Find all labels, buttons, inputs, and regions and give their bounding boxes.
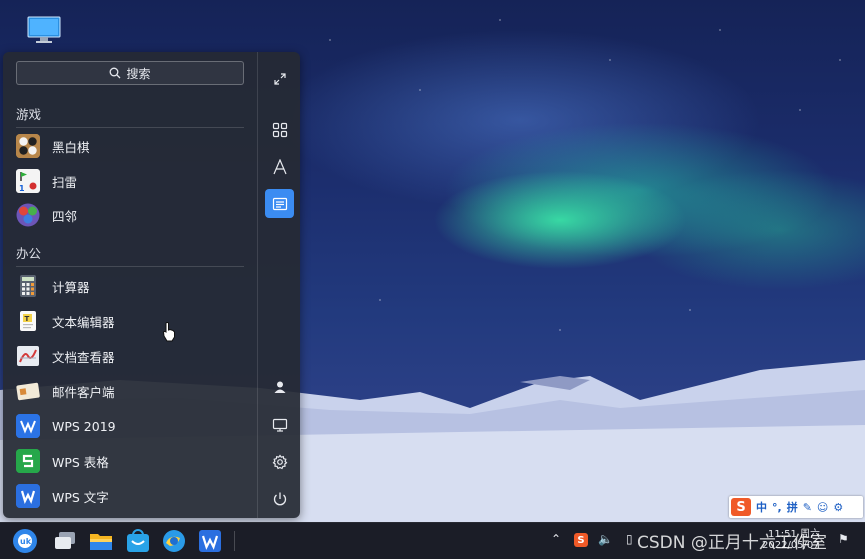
all-apps-grid-icon <box>272 122 287 137</box>
app-item-text-editor[interactable]: T 文本编辑器 <box>16 305 244 337</box>
ime-punctuation[interactable]: °, <box>772 501 782 514</box>
app-label: 扫雷 <box>52 174 78 190</box>
browser-icon[interactable] <box>161 528 187 554</box>
computer-button[interactable] <box>265 410 294 439</box>
svg-text:uk: uk <box>20 537 32 546</box>
power-button[interactable] <box>265 484 294 513</box>
section-title-games: 游戏 <box>16 107 42 122</box>
start-menu: 搜索 游戏 黑白棋 1 扫雷 四邻 办公 计算器 T 文本编辑器 文档查看器 邮… <box>3 52 300 518</box>
document-viewer-icon <box>16 344 40 368</box>
svg-text:T: T <box>25 315 30 323</box>
app-label: 四邻 <box>52 208 78 224</box>
wps-icon[interactable] <box>197 528 223 554</box>
four-in-a-row-icon <box>16 203 40 227</box>
ime-settings-icon[interactable]: ⚙ <box>833 501 843 514</box>
alphabetical-sort-icon <box>272 158 287 174</box>
section-divider <box>16 127 244 128</box>
sogou-ime-icon: S <box>731 498 751 516</box>
app-item-wps-2019[interactable]: WPS 2019 <box>16 410 244 442</box>
all-apps-button[interactable] <box>265 115 294 144</box>
ime-skin-icon[interactable]: ☺ <box>817 501 828 514</box>
category-view-button[interactable] <box>265 189 294 218</box>
wps-writer-icon <box>16 484 40 508</box>
computer-icon <box>272 418 287 432</box>
app-label: 黑白棋 <box>52 139 90 155</box>
app-label: 文本编辑器 <box>52 314 115 330</box>
settings-gear-icon <box>272 454 287 469</box>
app-item-wps-spreadsheet[interactable]: WPS 表格 <box>16 445 244 477</box>
wps-spreadsheet-icon <box>16 449 40 473</box>
app-label: 邮件客户端 <box>52 384 115 400</box>
minesweeper-icon: 1 <box>16 169 40 193</box>
search-box[interactable]: 搜索 <box>16 61 244 85</box>
app-label: 文档查看器 <box>52 349 115 365</box>
software-store-icon[interactable] <box>125 528 151 554</box>
calculator-icon <box>16 274 40 298</box>
start-menu-main: 搜索 游戏 黑白棋 1 扫雷 四邻 办公 计算器 T 文本编辑器 文档查看器 邮… <box>3 52 257 518</box>
ime-handwriting-icon[interactable]: ✎ <box>803 501 812 514</box>
file-manager-icon[interactable] <box>88 528 114 554</box>
expand-icon <box>273 72 286 85</box>
search-icon <box>110 67 121 79</box>
section-divider <box>16 266 244 267</box>
expand-button[interactable] <box>265 64 294 93</box>
alphabetical-sort-button[interactable] <box>265 152 294 181</box>
search-label: 搜索 <box>126 66 151 81</box>
app-item-reversi[interactable]: 黑白棋 <box>16 130 244 162</box>
sogou-tray-icon[interactable]: S <box>574 533 588 547</box>
volume-icon[interactable]: 🔈 <box>598 532 613 546</box>
ime-chinese-mode[interactable]: 中 <box>756 499 767 515</box>
start-menu-sidebar <box>257 52 300 518</box>
taskbar-separator <box>234 531 235 551</box>
computer-desktop-icon[interactable] <box>27 16 61 44</box>
multitask-view-icon[interactable] <box>52 528 78 554</box>
mouse-cursor-icon <box>162 322 175 342</box>
app-item-document-viewer[interactable]: 文档查看器 <box>16 340 244 372</box>
battery-icon[interactable]: ▯ <box>626 532 633 546</box>
start-menu-icon[interactable]: uk <box>12 528 38 554</box>
app-item-mail-client[interactable]: 邮件客户端 <box>16 375 244 407</box>
reversi-icon <box>16 134 40 158</box>
user-button[interactable] <box>265 372 294 401</box>
notification-icon[interactable]: ⚑ <box>838 532 849 546</box>
svg-text:1: 1 <box>19 184 25 193</box>
text-editor-icon: T <box>16 309 40 333</box>
section-title-office: 办公 <box>16 246 42 261</box>
ime-toolbar[interactable]: S 中 °, 拼 ✎ ☺ ⚙ <box>729 496 863 518</box>
app-item-wps-writer[interactable]: WPS 文字 <box>16 480 244 512</box>
user-icon <box>274 381 285 393</box>
settings-button[interactable] <box>265 447 294 476</box>
wps-2019-icon <box>16 414 40 438</box>
category-view-icon <box>272 197 287 210</box>
ime-pinyin[interactable]: 拼 <box>787 499 798 515</box>
tray-expand-icon[interactable]: ⌃ <box>551 532 561 546</box>
app-item-calculator[interactable]: 计算器 <box>16 270 244 302</box>
app-item-minesweeper[interactable]: 1 扫雷 <box>16 165 244 197</box>
mail-client-icon <box>16 379 40 403</box>
csdn-watermark: CSDN @正月十六工作室 <box>637 533 827 553</box>
power-icon <box>273 492 286 505</box>
app-label: WPS 表格 <box>52 454 109 470</box>
app-label: WPS 文字 <box>52 489 109 505</box>
app-label: 计算器 <box>52 279 90 295</box>
app-item-four-in-a-row[interactable]: 四邻 <box>16 199 244 231</box>
app-label: WPS 2019 <box>52 418 116 434</box>
